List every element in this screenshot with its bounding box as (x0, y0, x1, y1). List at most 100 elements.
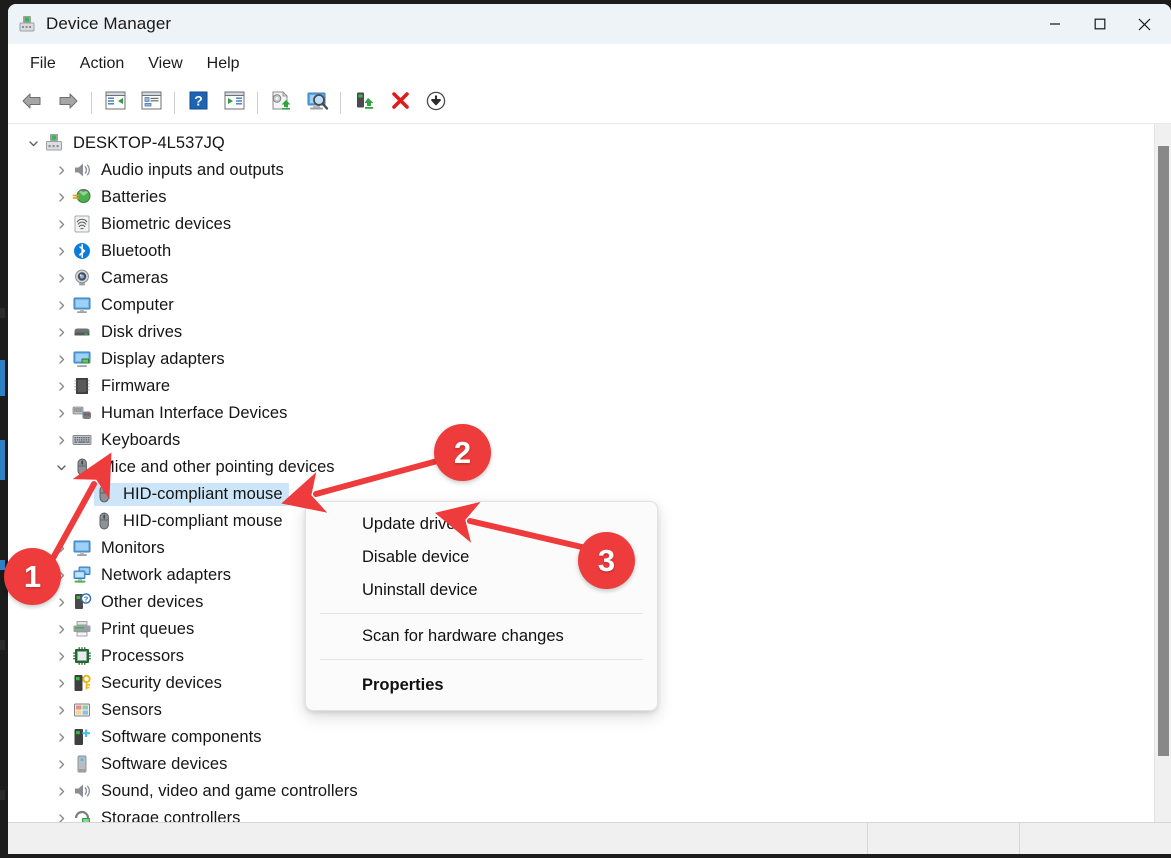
device-tree-pane[interactable]: DESKTOP-4L537JQ Audio inputs and outputs (8, 124, 1171, 824)
network-adapter-icon (72, 565, 94, 587)
tree-root-row[interactable]: DESKTOP-4L537JQ (8, 130, 1138, 157)
chevron-right-icon[interactable] (50, 616, 72, 643)
tree-row-bluetooth[interactable]: Bluetooth (8, 238, 1138, 265)
tree-row-display-adapters[interactable]: Display adapters (8, 346, 1138, 373)
chevron-down-icon[interactable] (50, 454, 72, 481)
sensor-icon (72, 700, 94, 722)
chevron-down-icon[interactable] (22, 130, 44, 157)
help-icon: ? (189, 91, 208, 115)
tree-row-firmware[interactable]: Firmware (8, 373, 1138, 400)
tree-row-label: Display adapters (101, 350, 225, 368)
update-driver-icon (270, 90, 292, 116)
processor-icon (72, 646, 94, 668)
forward-arrow-icon (57, 92, 79, 115)
speaker-icon (72, 160, 94, 182)
menu-view[interactable]: View (136, 51, 194, 77)
tree-row-audio-inputs-and-outputs[interactable]: Audio inputs and outputs (8, 157, 1138, 184)
chevron-right-icon[interactable] (50, 292, 72, 319)
uninstall-device-button[interactable] (346, 86, 382, 120)
chevron-right-icon[interactable] (50, 697, 72, 724)
chevron-right-icon[interactable] (50, 157, 72, 184)
tree-row-label: Mice and other pointing devices (101, 458, 335, 476)
menu-action[interactable]: Action (68, 51, 136, 77)
scrollbar-thumb[interactable] (1158, 146, 1169, 756)
window-edge-fragment (0, 790, 5, 800)
monitor-icon (72, 538, 94, 560)
security-device-icon (72, 673, 94, 695)
maximize-button[interactable] (1077, 4, 1122, 44)
device-tree: DESKTOP-4L537JQ Audio inputs and outputs (8, 124, 1138, 824)
svg-text:?: ? (194, 93, 203, 109)
chevron-right-icon[interactable] (50, 724, 72, 751)
context-menu-separator (320, 659, 643, 660)
tree-row-computer[interactable]: Computer (8, 292, 1138, 319)
tree-row-batteries[interactable]: Batteries (8, 184, 1138, 211)
tree-row-label: Audio inputs and outputs (101, 161, 284, 179)
help-button[interactable]: ? (180, 86, 216, 120)
tree-row-label: Cameras (101, 269, 169, 287)
tree-row-label: Sensors (101, 701, 162, 719)
annotation-badge-2: 2 (434, 424, 491, 481)
forward-button[interactable] (50, 86, 86, 120)
unknown-device-icon: ? (72, 592, 94, 614)
chevron-right-icon[interactable] (50, 643, 72, 670)
tree-row-software-devices[interactable]: Software devices (8, 751, 1138, 778)
menu-bar: File Action View Help (8, 44, 1171, 83)
vertical-scrollbar[interactable] (1154, 124, 1171, 824)
chevron-right-icon[interactable] (50, 184, 72, 211)
chevron-right-icon[interactable] (50, 265, 72, 292)
ctx-scan-hardware-changes[interactable]: Scan for hardware changes (306, 620, 657, 653)
chevron-right-icon[interactable] (50, 346, 72, 373)
annotation-badge-3: 3 (578, 532, 635, 589)
uninstall-device-icon (354, 91, 375, 116)
toolbar-separator (340, 92, 341, 114)
tree-root-label: DESKTOP-4L537JQ (73, 134, 225, 152)
tree-row-label: Processors (101, 647, 185, 665)
show-hide-action-pane-button[interactable] (216, 86, 252, 120)
minimize-button[interactable] (1032, 4, 1077, 44)
computer-root-icon (44, 133, 66, 155)
window-edge-fragment (0, 360, 5, 396)
ctx-properties[interactable]: Properties (306, 666, 657, 704)
tree-row-keyboards[interactable]: Keyboards (8, 427, 1138, 454)
chevron-right-icon[interactable] (50, 427, 72, 454)
chevron-right-icon[interactable] (50, 373, 72, 400)
hid-icon (72, 403, 94, 425)
chevron-right-icon[interactable] (50, 319, 72, 346)
properties-button[interactable] (133, 86, 169, 120)
disable-device-icon (391, 91, 410, 115)
chevron-right-icon[interactable] (50, 211, 72, 238)
mouse-icon (72, 457, 94, 479)
tree-row-cameras[interactable]: Cameras (8, 265, 1138, 292)
tree-row-sound-video-and-game-controllers[interactable]: Sound, video and game controllers (8, 778, 1138, 805)
chevron-right-icon[interactable] (50, 238, 72, 265)
tree-row-human-interface-devices[interactable]: Human Interface Devices (8, 400, 1138, 427)
chevron-right-icon[interactable] (50, 778, 72, 805)
close-button[interactable] (1122, 4, 1167, 44)
tree-row-label: HID-compliant mouse (123, 512, 283, 530)
enable-device-icon (426, 91, 446, 116)
tree-row-disk-drives[interactable]: Disk drives (8, 319, 1138, 346)
window-edge-fragment (0, 640, 5, 650)
chevron-right-icon[interactable] (50, 670, 72, 697)
software-component-icon (72, 727, 94, 749)
menu-help[interactable]: Help (195, 51, 252, 77)
toolbar: ? (8, 83, 1171, 124)
tree-row-label: Software devices (101, 755, 228, 773)
annotation-badge-1: 1 (4, 548, 61, 605)
update-driver-button[interactable] (263, 86, 299, 120)
enable-device-button[interactable] (418, 86, 454, 120)
tree-row-biometric-devices[interactable]: Biometric devices (8, 211, 1138, 238)
chevron-right-icon[interactable] (50, 400, 72, 427)
scan-hardware-changes-button[interactable] (299, 86, 335, 120)
menu-file[interactable]: File (18, 51, 68, 77)
show-hide-console-tree-button[interactable] (97, 86, 133, 120)
chevron-right-icon[interactable] (50, 751, 72, 778)
tree-row-software-components[interactable]: Software components (8, 724, 1138, 751)
back-button[interactable] (14, 86, 50, 120)
tree-row-label: Sound, video and game controllers (101, 782, 358, 800)
tree-row-label: Other devices (101, 593, 204, 611)
tree-row-mice-and-other-pointing-devices[interactable]: Mice and other pointing devices (8, 454, 1138, 481)
mouse-icon (94, 484, 116, 506)
disable-device-button[interactable] (382, 86, 418, 120)
